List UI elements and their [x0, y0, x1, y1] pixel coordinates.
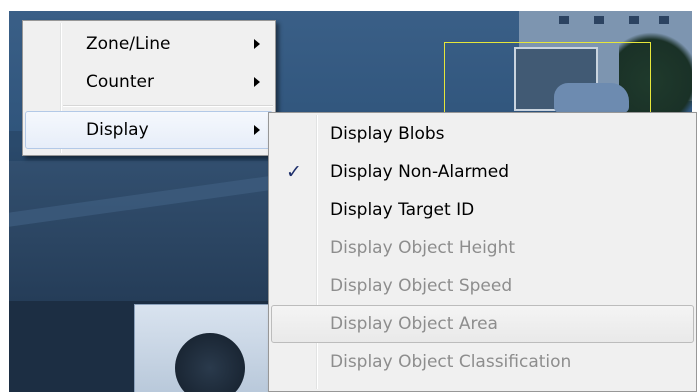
menu-item-label: Display Target ID	[330, 200, 475, 220]
menu-item-counter[interactable]: Counter	[25, 63, 273, 101]
menu-item-label: Display Non-Alarmed	[330, 162, 509, 182]
display-submenu: Display Blobs ✓ Display Non-Alarmed Disp…	[268, 112, 697, 392]
screen: Zone/Line Counter Display Display Blobs …	[0, 0, 697, 392]
menu-item-display-object-area[interactable]: Display Object Area	[271, 305, 694, 343]
building-window	[559, 16, 569, 24]
menu-item-label: Display	[86, 120, 149, 140]
menu-item-label: Display Object Area	[330, 314, 498, 334]
menu-item-label: Zone/Line	[86, 34, 171, 54]
menu-item-label: Display Object Classification	[330, 352, 572, 372]
building-window	[629, 16, 639, 24]
menu-item-label: Display Object Height	[330, 238, 516, 258]
menu-item-label: Display Blobs	[330, 124, 445, 144]
menu-item-display-non-alarmed[interactable]: ✓ Display Non-Alarmed	[271, 153, 694, 191]
chevron-right-icon	[254, 39, 260, 49]
menu-item-label: Display Object Speed	[330, 276, 513, 296]
menu-item-display[interactable]: Display	[25, 111, 273, 149]
detection-bounding-box	[444, 42, 651, 117]
menu-item-display-target-id[interactable]: Display Target ID	[271, 191, 694, 229]
video-ac-unit	[134, 304, 276, 392]
menu-item-zone-line[interactable]: Zone/Line	[25, 25, 273, 63]
menu-separator	[63, 105, 273, 107]
chevron-right-icon	[254, 77, 260, 87]
building-window	[594, 16, 604, 24]
menu-item-display-object-speed[interactable]: Display Object Speed	[271, 267, 694, 305]
menu-item-display-object-height[interactable]: Display Object Height	[271, 229, 694, 267]
building-window	[659, 16, 669, 24]
checkmark-icon: ✓	[286, 161, 302, 183]
menu-item-display-object-classification[interactable]: Display Object Classification	[271, 343, 694, 381]
chevron-right-icon	[254, 125, 260, 135]
ac-fan	[175, 333, 245, 392]
menu-item-label: Counter	[86, 72, 154, 92]
menu-item-display-blobs[interactable]: Display Blobs	[271, 115, 694, 153]
context-menu: Zone/Line Counter Display	[22, 20, 276, 156]
